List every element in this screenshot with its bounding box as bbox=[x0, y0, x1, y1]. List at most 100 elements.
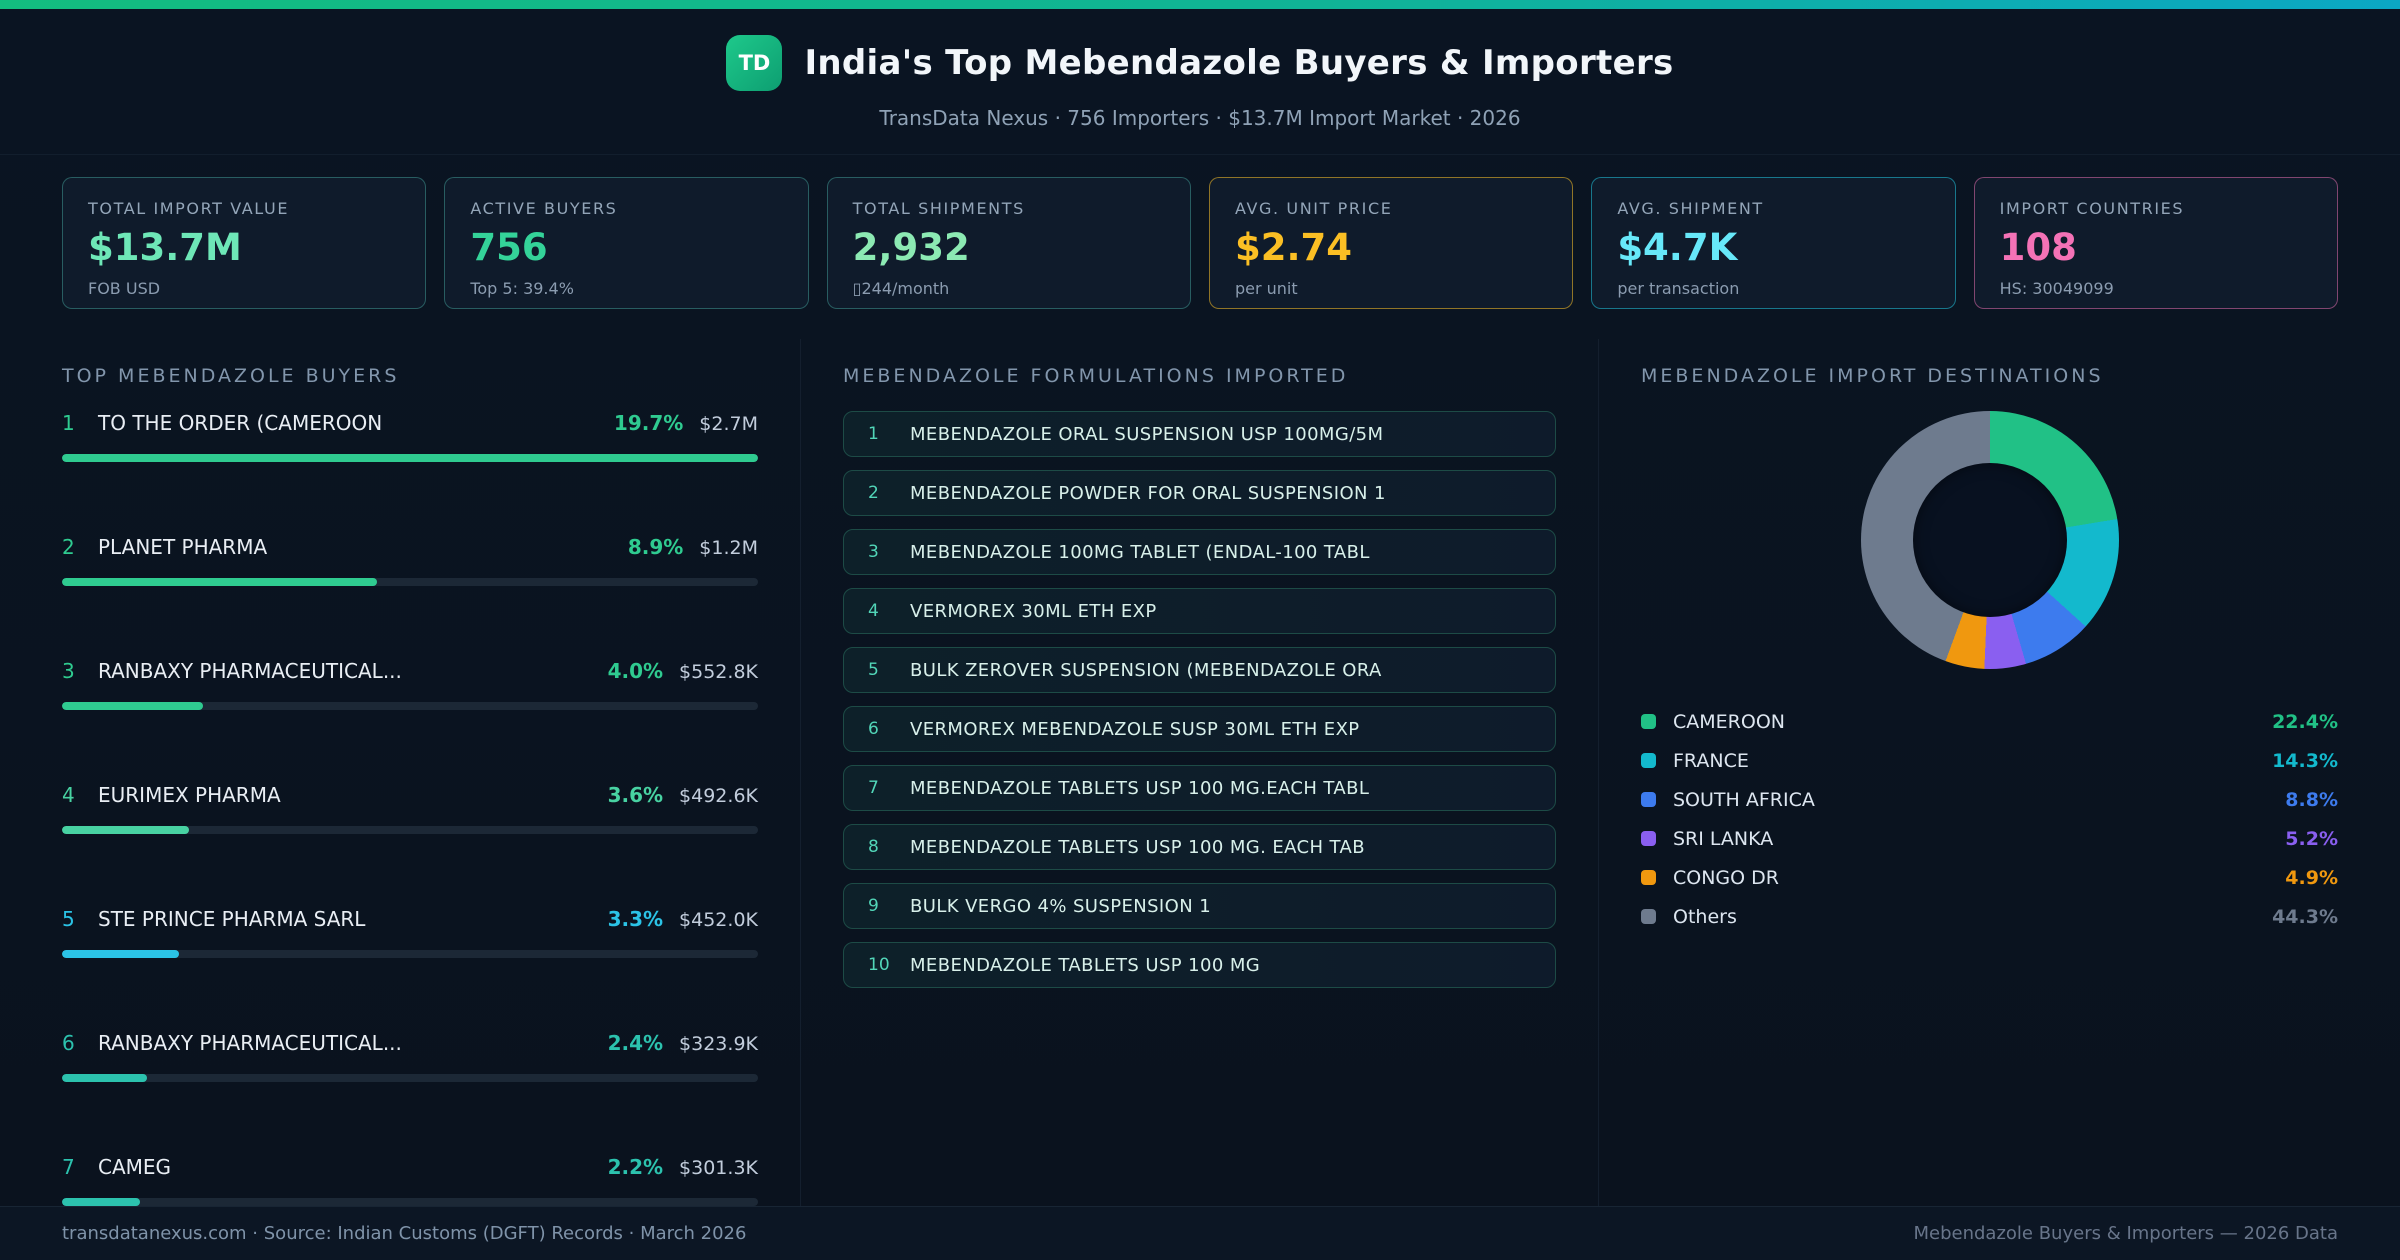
buyer-rank: 2 bbox=[62, 535, 75, 559]
formulation-pill-10[interactable]: 10 MEBENDAZOLE TABLETS USP 100 MG bbox=[843, 942, 1556, 988]
formulations-column: MEBENDAZOLE FORMULATIONS IMPORTED 1 MEBE… bbox=[800, 339, 1598, 1206]
stat-sub: FOB USD bbox=[88, 279, 161, 298]
formulation-name: MEBENDAZOLE 100MG TABLET (ENDAL-100 TABL bbox=[910, 541, 1370, 563]
legend-pct: 8.8% bbox=[2285, 788, 2338, 811]
formulation-pill-3[interactable]: 3 MEBENDAZOLE 100MG TABLET (ENDAL-100 TA… bbox=[843, 529, 1556, 575]
buyer-row-4[interactable]: 4 EURIMEX PHARMA 3.6% $492.6K bbox=[62, 783, 758, 834]
legend-swatch bbox=[1641, 714, 1656, 729]
formulation-num: 9 bbox=[868, 896, 879, 916]
buyer-share-pct: 4.0% bbox=[607, 659, 664, 683]
legend-label: SRI LANKA bbox=[1673, 827, 1774, 850]
buyer-value: $452.0K bbox=[679, 909, 758, 931]
buyer-progress-track bbox=[62, 702, 758, 710]
stat-card-import-countries[interactable]: IMPORT COUNTRIES 108 HS: 30049099 bbox=[1973, 177, 2338, 309]
formulation-name: MEBENDAZOLE POWDER FOR ORAL SUSPENSION 1 bbox=[910, 482, 1386, 504]
legend-row-france[interactable]: FRANCE 14.3% bbox=[1641, 748, 2338, 773]
formulation-num: 2 bbox=[868, 483, 879, 503]
formulation-pill-1[interactable]: 1 MEBENDAZOLE ORAL SUSPENSION USP 100MG/… bbox=[843, 411, 1556, 457]
formulation-num: 3 bbox=[868, 542, 879, 562]
legend-pct: 5.2% bbox=[2285, 827, 2338, 850]
stat-label: TOTAL IMPORT VALUE bbox=[88, 199, 290, 218]
stat-card-avg-unit-price[interactable]: AVG. UNIT PRICE $2.74 per unit bbox=[1208, 177, 1574, 309]
legend-pct: 22.4% bbox=[2272, 710, 2338, 733]
buyer-share-pct: 8.9% bbox=[627, 535, 684, 559]
buyer-progress-track bbox=[62, 578, 758, 586]
stat-label: IMPORT COUNTRIES bbox=[1999, 199, 2185, 218]
formulation-pill-5[interactable]: 5 BULK ZEROVER SUSPENSION (MEBENDAZOLE O… bbox=[843, 647, 1556, 693]
buyer-rank: 1 bbox=[62, 411, 75, 435]
formulation-num: 4 bbox=[868, 601, 879, 621]
stat-card-total-import-value[interactable]: TOTAL IMPORT VALUE $13.7M FOB USD bbox=[62, 177, 427, 309]
destinations-heading: MEBENDAZOLE IMPORT DESTINATIONS bbox=[1641, 365, 2104, 387]
legend-row-others[interactable]: Others 44.3% bbox=[1641, 904, 2338, 929]
buyer-progress-bar bbox=[62, 578, 377, 586]
buyer-row-2[interactable]: 2 PLANET PHARMA 8.9% $1.2M bbox=[62, 535, 758, 586]
buyers-heading: TOP MEBENDAZOLE BUYERS bbox=[62, 365, 400, 387]
buyer-row-5[interactable]: 5 STE PRINCE PHARMA SARL 3.3% $452.0K bbox=[62, 907, 758, 958]
buyer-value: $552.8K bbox=[679, 661, 758, 683]
footer-report-label: Mebendazole Buyers & Importers — 2026 Da… bbox=[1913, 1223, 2338, 1244]
formulation-name: MEBENDAZOLE TABLETS USP 100 MG.EACH TABL bbox=[910, 777, 1370, 799]
legend-pct: 44.3% bbox=[2272, 905, 2338, 928]
stat-value: 756 bbox=[470, 226, 548, 269]
stat-value: $4.7K bbox=[1617, 226, 1738, 269]
legend-label: SOUTH AFRICA bbox=[1673, 788, 1815, 811]
stat-sub: Top 5: 39.4% bbox=[470, 279, 574, 298]
buyer-row-6[interactable]: 6 RANBAXY PHARMACEUTICAL... 2.4% $323.9K bbox=[62, 1031, 758, 1082]
legend-swatch bbox=[1641, 792, 1656, 807]
formulation-num: 7 bbox=[868, 778, 879, 798]
formulation-num: 1 bbox=[868, 424, 879, 444]
stat-label: AVG. SHIPMENT bbox=[1617, 199, 1764, 218]
buyer-row-7[interactable]: 7 CAMEG 2.2% $301.3K bbox=[62, 1155, 758, 1206]
buyers-column: TOP MEBENDAZOLE BUYERS 1 TO THE ORDER (C… bbox=[62, 339, 800, 1206]
buyer-name: PLANET PHARMA bbox=[98, 535, 268, 559]
buyer-value: $1.2M bbox=[699, 537, 758, 559]
legend-swatch bbox=[1641, 753, 1656, 768]
formulation-pill-2[interactable]: 2 MEBENDAZOLE POWDER FOR ORAL SUSPENSION… bbox=[843, 470, 1556, 516]
donut-hole bbox=[1912, 463, 2067, 617]
formulation-name: BULK VERGO 4% SUSPENSION 1 bbox=[910, 895, 1212, 917]
header: TD India's Top Mebendazole Buyers & Impo… bbox=[0, 9, 2400, 155]
page-title: India's Top Mebendazole Buyers & Importe… bbox=[804, 43, 1674, 83]
buyer-row-3[interactable]: 3 RANBAXY PHARMACEUTICAL... 4.0% $552.8K bbox=[62, 659, 758, 710]
formulation-pill-6[interactable]: 6 VERMOREX MEBENDAZOLE SUSP 30ML ETH EXP bbox=[843, 706, 1556, 752]
formulation-pill-7[interactable]: 7 MEBENDAZOLE TABLETS USP 100 MG.EACH TA… bbox=[843, 765, 1556, 811]
legend-row-congo-dr[interactable]: CONGO DR 4.9% bbox=[1641, 865, 2338, 890]
stat-card-avg-shipment[interactable]: AVG. SHIPMENT $4.7K per transaction bbox=[1591, 177, 1956, 309]
stat-value: $13.7M bbox=[88, 226, 242, 269]
legend-row-south-africa[interactable]: SOUTH AFRICA 8.8% bbox=[1641, 787, 2338, 812]
main-content: TOP MEBENDAZOLE BUYERS 1 TO THE ORDER (C… bbox=[0, 339, 2400, 1206]
formulation-name: VERMOREX 30ML ETH EXP bbox=[910, 600, 1157, 622]
buyer-share-pct: 3.3% bbox=[607, 907, 664, 931]
stat-value: $2.74 bbox=[1234, 226, 1353, 269]
legend-swatch bbox=[1641, 831, 1656, 846]
stat-label: AVG. UNIT PRICE bbox=[1234, 199, 1393, 218]
stat-sub: per transaction bbox=[1617, 279, 1740, 298]
buyer-value: $323.9K bbox=[679, 1033, 758, 1055]
buyer-name: TO THE ORDER (CAMEROON bbox=[98, 411, 383, 435]
buyer-rank: 3 bbox=[62, 659, 75, 683]
formulation-name: BULK ZEROVER SUSPENSION (MEBENDAZOLE ORA bbox=[910, 659, 1382, 681]
stat-value: 2,932 bbox=[852, 226, 970, 269]
buyer-name: RANBAXY PHARMACEUTICAL... bbox=[98, 659, 402, 683]
stat-sub: per unit bbox=[1234, 279, 1298, 298]
buyer-value: $2.7M bbox=[699, 413, 758, 435]
buyer-progress-bar bbox=[62, 702, 204, 710]
buyer-rank: 5 bbox=[62, 907, 75, 931]
buyer-row-1[interactable]: 1 TO THE ORDER (CAMEROON 19.7% $2.7M bbox=[62, 411, 758, 462]
legend-row-cameroon[interactable]: CAMEROON 22.4% bbox=[1641, 709, 2338, 734]
legend-pct: 4.9% bbox=[2285, 866, 2338, 889]
formulation-pill-4[interactable]: 4 VERMOREX 30ML ETH EXP bbox=[843, 588, 1556, 634]
formulation-pill-8[interactable]: 8 MEBENDAZOLE TABLETS USP 100 MG. EACH T… bbox=[843, 824, 1556, 870]
buyer-name: RANBAXY PHARMACEUTICAL... bbox=[98, 1031, 402, 1055]
destinations-column: MEBENDAZOLE IMPORT DESTINATIONS CAMEROON… bbox=[1598, 339, 2338, 1206]
legend-pct: 14.3% bbox=[2272, 749, 2338, 772]
formulation-pill-9[interactable]: 9 BULK VERGO 4% SUSPENSION 1 bbox=[843, 883, 1556, 929]
formulation-num: 8 bbox=[868, 837, 879, 857]
buyer-rank: 7 bbox=[62, 1155, 75, 1179]
stat-sub: HS: 30049099 bbox=[1999, 279, 2114, 298]
legend-label: Others bbox=[1673, 905, 1737, 928]
stat-card-active-buyers[interactable]: ACTIVE BUYERS 756 Top 5: 39.4% bbox=[444, 177, 809, 309]
stat-card-total-shipments[interactable]: TOTAL SHIPMENTS 2,932 ▯244/month bbox=[826, 177, 1191, 309]
legend-row-sri-lanka[interactable]: SRI LANKA 5.2% bbox=[1641, 826, 2338, 851]
